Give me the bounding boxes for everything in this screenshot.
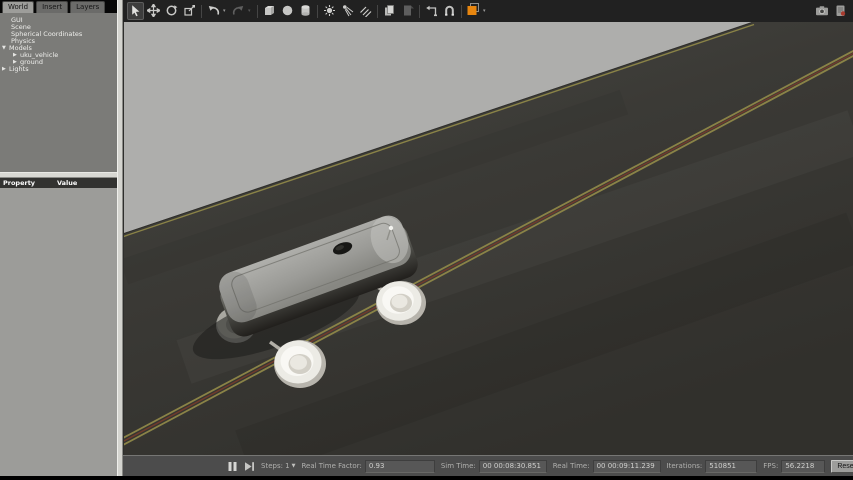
- fps-label: FPS:: [763, 463, 778, 470]
- toolbar-separator: [461, 5, 462, 18]
- gazebo-window: WorldInsertLayers GUISceneSpherical Coor…: [0, 0, 853, 480]
- expanded-triangle-icon[interactable]: ▼: [2, 45, 9, 52]
- cylinder-icon: [299, 2, 312, 21]
- scale-tool-button[interactable]: [181, 2, 198, 20]
- sphere-icon: [281, 2, 294, 21]
- toolbar-right-group: [813, 2, 849, 20]
- toolbar-separator: [317, 5, 318, 18]
- tree-item-lights[interactable]: ▶Lights: [0, 66, 117, 73]
- spotlight-icon: [341, 2, 354, 21]
- collapsed-triangle-icon[interactable]: ▶: [2, 66, 9, 73]
- panel-tabs: WorldInsertLayers: [0, 0, 117, 13]
- toolbar-separator: [257, 5, 258, 18]
- rtf-label: Real Time Factor:: [301, 463, 361, 470]
- property-table-body[interactable]: [0, 188, 117, 476]
- paste-button[interactable]: [399, 2, 416, 20]
- simulation-statusbar: Steps: 1 ▼ Real Time Factor: 0.93 Sim Ti…: [123, 455, 853, 476]
- screenshot-button[interactable]: [813, 2, 830, 20]
- iterations-value: 510851: [705, 460, 757, 473]
- scale-box-icon: [183, 2, 196, 21]
- step-button[interactable]: [244, 461, 255, 472]
- magnet-icon: [443, 2, 456, 21]
- data-logger-button[interactable]: [832, 2, 849, 20]
- toolbar-separator: [377, 5, 378, 18]
- directional-light-button[interactable]: [357, 2, 374, 20]
- copy-icon: [383, 2, 396, 21]
- redo-history-caret[interactable]: ▾: [248, 9, 254, 14]
- sim-time-label: Sim Time:: [441, 463, 476, 470]
- undo-history-caret[interactable]: ▾: [223, 9, 229, 14]
- cursor-icon: [129, 2, 142, 21]
- top-toolbar: ▾ ▾: [123, 0, 853, 22]
- cube-icon: [263, 2, 276, 21]
- sun-icon: [323, 2, 336, 21]
- toolbar-separator: [419, 5, 420, 18]
- fps-value: 56.2218: [781, 460, 825, 473]
- steps-caret-icon: ▼: [292, 464, 296, 469]
- align-tool-button[interactable]: [423, 2, 440, 20]
- insert-cylinder-button[interactable]: [297, 2, 314, 20]
- undo-button[interactable]: [205, 2, 222, 20]
- view-angle-cube-icon: [466, 2, 481, 21]
- insert-box-button[interactable]: [261, 2, 278, 20]
- camera-icon: [815, 2, 829, 21]
- point-light-button[interactable]: [321, 2, 338, 20]
- redo-button[interactable]: [230, 2, 247, 20]
- tab-world[interactable]: World: [2, 1, 34, 13]
- tab-insert[interactable]: Insert: [36, 1, 68, 13]
- rotate-circle-icon: [165, 2, 178, 21]
- view-angle-caret[interactable]: ▾: [483, 9, 489, 14]
- view-angle-button[interactable]: [465, 2, 482, 20]
- tree-item-uku_vehicle[interactable]: ▶uku_vehicle: [0, 52, 117, 59]
- insert-sphere-button[interactable]: [279, 2, 296, 20]
- left-panel: WorldInsertLayers GUISceneSpherical Coor…: [0, 0, 117, 476]
- copy-button[interactable]: [381, 2, 398, 20]
- pause-button[interactable]: [227, 461, 238, 472]
- log-record-icon: [834, 2, 847, 21]
- rtf-value: 0.93: [365, 460, 435, 473]
- real-time-label: Real Time:: [553, 463, 590, 470]
- scene-svg: [124, 22, 853, 455]
- rotate-tool-button[interactable]: [163, 2, 180, 20]
- iterations-label: Iterations:: [667, 463, 703, 470]
- window-bottom-strip: [0, 476, 853, 480]
- property-table-header: Property Value: [0, 178, 117, 188]
- steps-label: Steps: 1: [261, 463, 290, 470]
- wheel-front: [376, 281, 426, 325]
- wheel-rear: [274, 340, 326, 388]
- viewport-3d-scene[interactable]: [123, 22, 853, 455]
- reset-time-button[interactable]: Reset Time: [831, 460, 853, 473]
- snap-tool-button[interactable]: [441, 2, 458, 20]
- toolbar-separator: [201, 5, 202, 18]
- steps-dropdown[interactable]: Steps: 1 ▼: [261, 463, 295, 470]
- main-area: WorldInsertLayers GUISceneSpherical Coor…: [0, 0, 853, 476]
- tree-item-label: Lights: [9, 66, 29, 73]
- render-column: ▾ ▾: [123, 0, 853, 476]
- real-time-value: 00 00:09:11.239: [593, 460, 661, 473]
- paste-icon: [401, 2, 414, 21]
- spot-light-button[interactable]: [339, 2, 356, 20]
- tree-item-models[interactable]: ▼Models: [0, 45, 117, 52]
- translate-tool-button[interactable]: [145, 2, 162, 20]
- undo-arrow-icon: [207, 2, 220, 21]
- select-tool-button[interactable]: [127, 2, 144, 20]
- property-column-header: Property: [0, 180, 57, 187]
- sim-time-value: 00 00:08:30.851: [479, 460, 547, 473]
- tab-layers[interactable]: Layers: [70, 1, 105, 13]
- collapsed-triangle-icon[interactable]: ▶: [13, 52, 20, 59]
- value-column-header: Value: [57, 180, 77, 187]
- align-arrow-icon: [425, 2, 438, 21]
- move-arrows-icon: [147, 2, 160, 21]
- directional-rays-icon: [359, 2, 372, 21]
- world-tree: GUISceneSpherical CoordinatesPhysics▼Mod…: [0, 13, 117, 172]
- redo-arrow-icon: [232, 2, 245, 21]
